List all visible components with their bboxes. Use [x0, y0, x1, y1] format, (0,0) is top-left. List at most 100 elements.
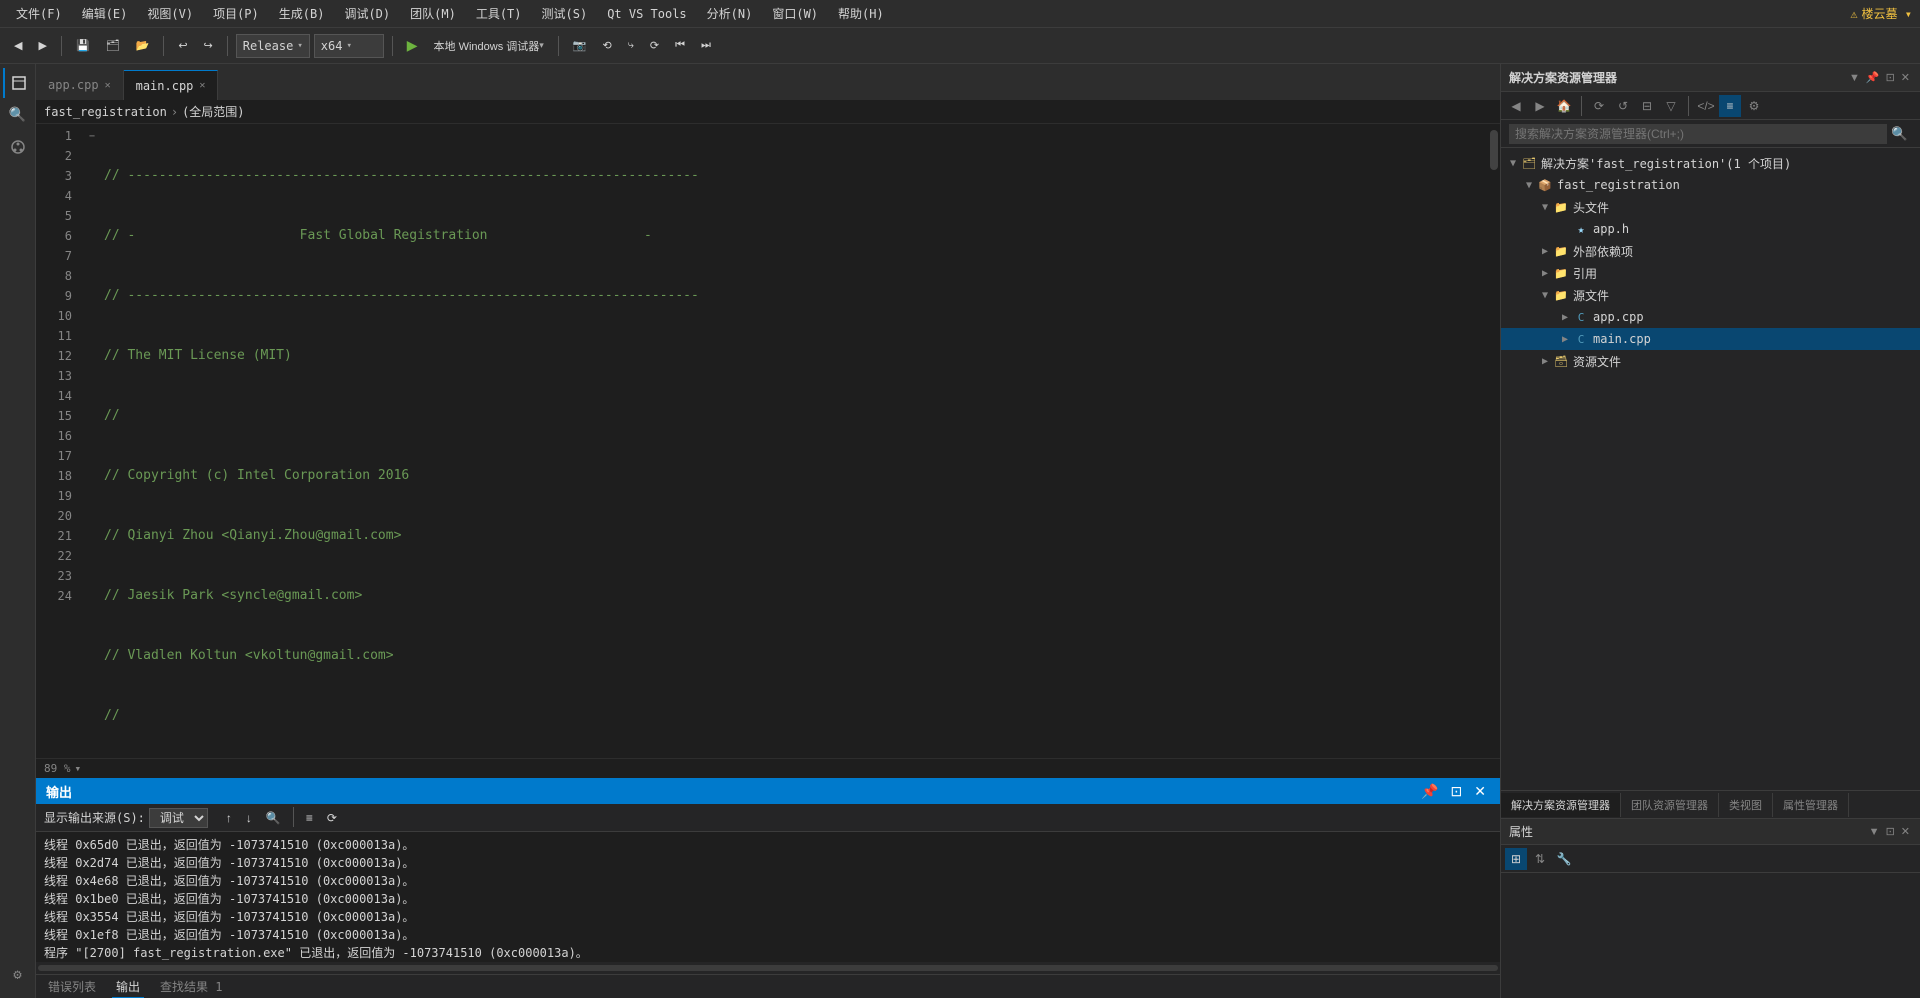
output-horizontal-scrollbar[interactable]: [36, 962, 1500, 974]
run-local-button[interactable]: 本地 Windows 调试器 ▾: [428, 34, 550, 58]
bottom-tab-errors[interactable]: 错误列表: [44, 976, 100, 997]
tab-app-cpp-label: app.cpp: [48, 78, 99, 92]
camera-button[interactable]: 📷: [567, 35, 593, 56]
prop-float-button[interactable]: ⊡: [1884, 823, 1897, 840]
sol-toolbar-forward[interactable]: ▶: [1529, 95, 1551, 117]
prop-pin-button[interactable]: ▼: [1867, 824, 1882, 840]
menu-build[interactable]: 生成(B): [271, 1, 333, 26]
editor-scrollbar[interactable]: [1488, 124, 1500, 758]
sol-toolbar-show-all[interactable]: ≡: [1719, 95, 1741, 117]
tree-item-solution[interactable]: ▼ 🗂 解决方案'fast_registration'(1 个项目): [1501, 152, 1920, 174]
menu-file[interactable]: 文件(F): [8, 1, 70, 26]
activity-solution-icon[interactable]: [3, 68, 33, 98]
toolbar-redo-button[interactable]: ↪: [198, 35, 219, 56]
sol-toolbar-home[interactable]: 🏠: [1553, 95, 1575, 117]
activity-git-icon[interactable]: [3, 132, 33, 162]
toolbar-undo-button[interactable]: ↩: [172, 35, 193, 56]
sol-toolbar-settings[interactable]: ⚙: [1743, 95, 1765, 117]
menu-window[interactable]: 窗口(W): [764, 1, 826, 26]
sol-explorer-pin-button[interactable]: 📌: [1864, 69, 1882, 86]
editor-scroll-thumb[interactable]: [1490, 130, 1498, 170]
menu-edit[interactable]: 编辑(E): [74, 1, 136, 26]
tree-item-headers[interactable]: ▼ 📁 头文件: [1501, 196, 1920, 218]
fold-icon-1[interactable]: −: [84, 126, 100, 146]
zoom-value[interactable]: 89 %: [44, 762, 71, 775]
output-scroll-track[interactable]: [38, 965, 1498, 971]
menu-view[interactable]: 视图(V): [139, 1, 201, 26]
breadcrumb-scope[interactable]: (全局范围): [182, 103, 244, 120]
toolbar-open-button[interactable]: 📂: [130, 35, 156, 56]
tree-item-external-deps[interactable]: ▶ 📁 外部依赖项: [1501, 240, 1920, 262]
bottom-tab-findresults[interactable]: 查找结果 1: [156, 976, 226, 997]
tree-item-sources[interactable]: ▼ 📁 源文件: [1501, 284, 1920, 306]
sol-toolbar-filter[interactable]: ▽: [1660, 95, 1682, 117]
sol-bottom-tab-team[interactable]: 团队资源管理器: [1621, 793, 1719, 817]
menu-analyze[interactable]: 分析(N): [699, 1, 761, 26]
sol-toolbar-sync[interactable]: ⟳: [1588, 95, 1610, 117]
sol-toolbar-refresh[interactable]: ↺: [1612, 95, 1634, 117]
menu-qtvstools[interactable]: Qt VS Tools: [599, 3, 694, 25]
sol-search-button[interactable]: 🔍: [1887, 126, 1912, 142]
sol-explorer-close-button[interactable]: ✕: [1899, 69, 1912, 86]
tab-app-cpp-close[interactable]: ✕: [105, 80, 111, 91]
sol-bottom-tab-class[interactable]: 类视图: [1719, 793, 1773, 817]
sol-explorer-float-button[interactable]: ⊡: [1884, 69, 1897, 86]
menu-debug[interactable]: 调试(D): [336, 1, 398, 26]
output-float-button[interactable]: ⊡: [1447, 783, 1467, 800]
breadcrumb-file[interactable]: fast_registration: [44, 105, 167, 119]
tree-item-resources[interactable]: ▶ 🗃 资源文件: [1501, 350, 1920, 372]
tree-item-project[interactable]: ▼ 📦 fast_registration: [1501, 174, 1920, 196]
toolbar-savefile-button[interactable]: 🗂: [100, 35, 126, 56]
menu-help[interactable]: 帮助(H): [830, 1, 892, 26]
output-header: 输出 📌 ⊡ ✕: [36, 778, 1500, 804]
activity-settings-icon[interactable]: ⚙: [3, 960, 33, 990]
toolbar-save-button[interactable]: 💾: [70, 35, 96, 56]
prop-close-button[interactable]: ✕: [1899, 823, 1912, 840]
tab-main-cpp-close[interactable]: ✕: [199, 80, 205, 91]
output-up-button[interactable]: ↑: [220, 807, 238, 829]
prop-grid-button[interactable]: ⊞: [1505, 848, 1527, 870]
output-source-select[interactable]: 调试: [149, 808, 208, 828]
output-pin-button[interactable]: 📌: [1417, 783, 1442, 800]
tree-item-app-h[interactable]: ▶ ★ app.h: [1501, 218, 1920, 240]
zoom-expand[interactable]: ▾: [75, 762, 82, 775]
output-wrap-button[interactable]: ≡: [300, 807, 319, 829]
toolbar-misc-1[interactable]: ⟲: [597, 35, 618, 56]
bottom-tab-output[interactable]: 输出: [112, 976, 144, 998]
toolbar-misc-2[interactable]: ⤷: [622, 35, 640, 56]
output-refresh-button[interactable]: ⟳: [321, 807, 343, 829]
prop-wrench-button[interactable]: 🔧: [1553, 848, 1575, 870]
toolbar-forward-button[interactable]: ▶: [32, 35, 52, 56]
menu-tools[interactable]: 工具(T): [468, 1, 530, 26]
sol-bottom-tab-solution[interactable]: 解决方案资源管理器: [1501, 793, 1621, 817]
sol-toolbar-code[interactable]: </>: [1695, 95, 1717, 117]
menu-team[interactable]: 团队(M): [402, 1, 464, 26]
output-close-button[interactable]: ✕: [1470, 783, 1490, 800]
toolbar-misc-5[interactable]: ⏭: [695, 35, 717, 56]
output-find-button[interactable]: 🔍: [260, 807, 287, 829]
sol-explorer-collapse-button[interactable]: ▼: [1847, 70, 1862, 86]
platform-dropdown[interactable]: x64 ▾: [314, 34, 384, 58]
sol-toolbar-back[interactable]: ◀: [1505, 95, 1527, 117]
sol-bottom-tab-prop-mgr[interactable]: 属性管理器: [1773, 793, 1849, 817]
output-down-button[interactable]: ↓: [240, 807, 258, 829]
tree-label-resources: 资源文件: [1573, 353, 1621, 370]
sol-toolbar-collapse-all[interactable]: ⊟: [1636, 95, 1658, 117]
menu-project[interactable]: 项目(P): [205, 1, 267, 26]
tree-item-main-cpp[interactable]: ▶ C main.cpp: [1501, 328, 1920, 350]
toolbar-back-button[interactable]: ◀: [8, 35, 28, 56]
config-dropdown[interactable]: Release ▾: [236, 34, 310, 58]
code-content[interactable]: // -------------------------------------…: [100, 124, 1488, 758]
solution-search-input[interactable]: [1509, 124, 1887, 144]
tree-item-app-cpp[interactable]: ▶ C app.cpp: [1501, 306, 1920, 328]
activity-search-icon[interactable]: 🔍: [3, 100, 33, 130]
platform-label: x64: [321, 39, 343, 53]
tab-app-cpp[interactable]: app.cpp ✕: [36, 70, 124, 100]
prop-sort-button[interactable]: ⇅: [1529, 848, 1551, 870]
menu-test[interactable]: 测试(S): [534, 1, 596, 26]
run-button[interactable]: ▶: [401, 33, 424, 58]
toolbar-misc-3[interactable]: ⟳: [644, 35, 665, 56]
tree-item-references[interactable]: ▶ 📁 引用: [1501, 262, 1920, 284]
tab-main-cpp[interactable]: main.cpp ✕: [124, 70, 219, 100]
toolbar-misc-4[interactable]: ⏮: [669, 35, 691, 56]
